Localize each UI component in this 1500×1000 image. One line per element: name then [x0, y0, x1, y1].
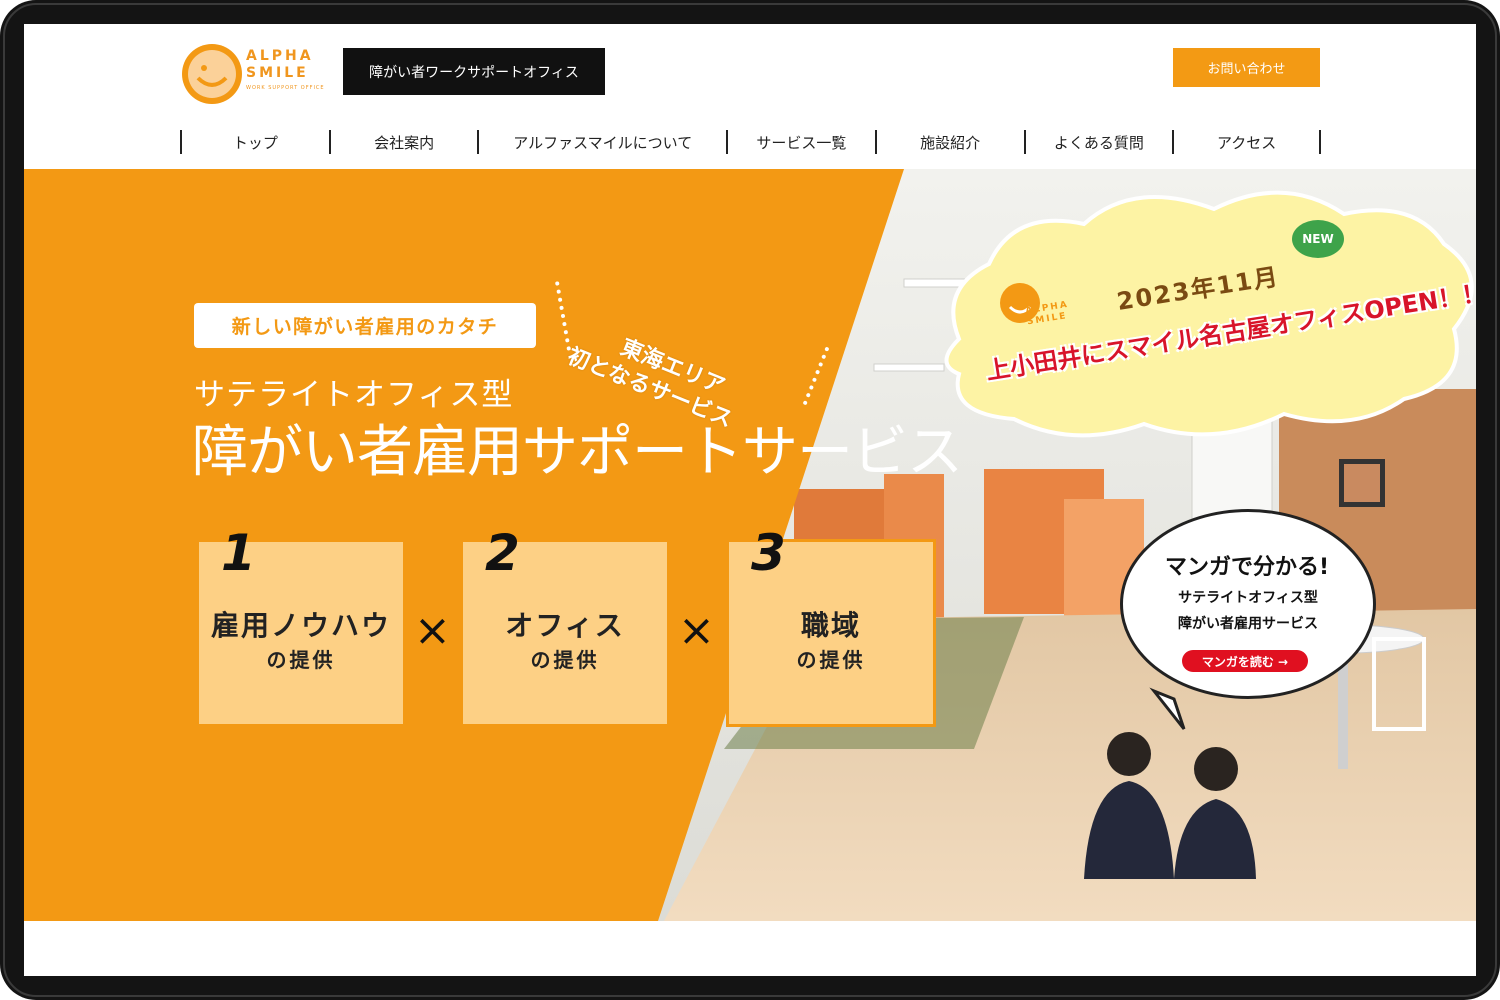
card-subtitle: の提供 [796, 647, 866, 672]
card-title: 職域 [800, 608, 861, 642]
logo-subtitle: WORK SUPPORT OFFICE [246, 85, 325, 91]
new-badge: NEW [1292, 220, 1344, 258]
manga-line1: サテライトオフィス型 [1178, 590, 1318, 606]
nav-item-facility[interactable]: 施設紹介 [874, 130, 1024, 154]
logo-line1: ALPHA [246, 48, 314, 64]
hero-section: 新しい障がい者雇用のカタチ 東海エリア 初となるサービス サテライトオフィス型 … [24, 169, 1476, 921]
cloud-logo-text: ALPHA SMILE [1025, 300, 1072, 329]
feature-card-2: 2 オフィス の提供 [460, 524, 670, 727]
browser-viewport: ALPHA SMILE WORK SUPPORT OFFICE 障がい者ワークサ… [24, 24, 1476, 976]
times-icon: × [414, 605, 451, 656]
manga-line2: 障がい者雇用サービス [1178, 616, 1318, 632]
contact-button[interactable]: お問い合わせ [1173, 48, 1320, 87]
main-nav: トップ 会社案内 アルファスマイルについて サービス一覧 施設紹介 よくある質問… [180, 130, 1321, 156]
times-icon: × [678, 605, 715, 656]
logo-text: ALPHA SMILE [246, 48, 314, 82]
logo-line2: SMILE [246, 65, 309, 81]
nav-item-about[interactable]: アルファスマイルについて [477, 130, 726, 154]
nav-item-faq[interactable]: よくある質問 [1023, 130, 1173, 154]
nav-item-top[interactable]: トップ [180, 130, 329, 154]
nav-item-company[interactable]: 会社案内 [328, 130, 478, 154]
feature-card-3: 3 職域 の提供 [726, 524, 936, 727]
card-title: オフィス [505, 608, 625, 642]
nav-item-services[interactable]: サービス一覧 [726, 130, 875, 154]
smile-logo-icon [182, 44, 242, 104]
card-title: 雇用ノウハウ [210, 608, 391, 642]
card-number: 1 [221, 524, 256, 582]
site-tagline: 障がい者ワークサポートオフィス [343, 48, 605, 95]
feature-cards: 1 雇用ノウハウ の提供 × 2 オフィス の提供 × 3 職域 の提供 [196, 524, 936, 727]
hero-chip: 新しい障がい者雇用のカタチ [194, 303, 536, 348]
alpha-smile-logo[interactable]: ALPHA SMILE WORK SUPPORT OFFICE [180, 42, 330, 106]
manga-title: マンガで分かる! [1164, 555, 1330, 580]
card-number: 2 [485, 524, 520, 582]
tablet-frame: ALPHA SMILE WORK SUPPORT OFFICE 障がい者ワークサ… [0, 0, 1500, 1000]
card-subtitle: の提供 [530, 647, 600, 672]
card-number: 3 [751, 524, 786, 582]
nav-item-access[interactable]: アクセス [1172, 130, 1321, 154]
read-manga-button[interactable]: マンガを読む → [1182, 650, 1308, 672]
hero-title: 障がい者雇用サポートサービス [192, 420, 963, 485]
card-subtitle: の提供 [266, 647, 336, 672]
feature-card-1: 1 雇用ノウハウ の提供 [196, 524, 406, 727]
